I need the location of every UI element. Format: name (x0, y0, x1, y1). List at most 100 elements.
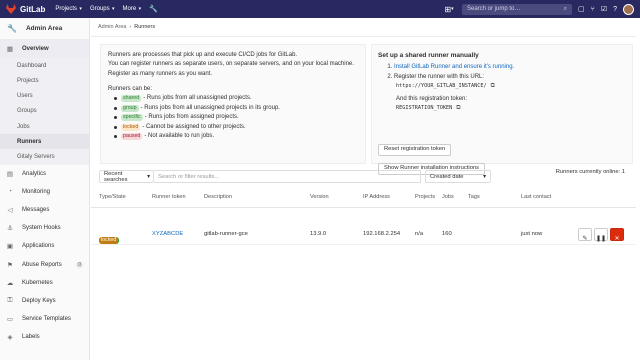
sidebar-item-monitoring[interactable]: ◔ Monitoring (0, 183, 89, 201)
admin-wrench-icon[interactable]: 🔧 (149, 5, 158, 13)
registration-token: REGISTRATION_TOKEN (396, 105, 453, 112)
chevron-down-icon: ▾ (137, 6, 142, 12)
copy-token-icon[interactable]: ⧉ (456, 104, 460, 113)
nav-projects[interactable]: Projects ▾ (55, 6, 82, 12)
col-jobs: Jobs (442, 194, 454, 200)
flag-icon: ⚑ (7, 261, 13, 269)
col-tags: Tags (468, 194, 480, 200)
sidebar-header[interactable]: 🔧 Admin Area (0, 18, 89, 40)
sidebar-sub-projects[interactable]: Projects (0, 73, 89, 89)
gitlab-logo[interactable]: GitLab (6, 4, 45, 14)
runners-online-count: Runners currently online: 1 (555, 169, 625, 175)
sidebar-sub-users[interactable]: Users (0, 88, 89, 104)
runner-jobs: 160 (442, 231, 452, 237)
shared-badge: shared (121, 95, 142, 103)
col-ip: IP Address (363, 194, 390, 200)
issues-icon[interactable]: ▢ (578, 5, 585, 13)
chevron-down-icon: ▾ (78, 6, 82, 12)
legend-specific: specific - Runs jobs from assigned projec… (114, 113, 358, 123)
runner-types-heading: Runners can be: (108, 85, 153, 92)
setup-title: Set up a shared runner manually (378, 52, 479, 59)
reset-token-button[interactable]: Reset registration token (378, 144, 452, 156)
runner-ip: 192.168.2.254 (363, 231, 401, 237)
user-avatar[interactable] (623, 3, 634, 15)
label-icon: ◈ (7, 334, 13, 342)
pencil-icon: ✎ (582, 236, 588, 242)
sidebar-sub-runners[interactable]: Runners (0, 134, 89, 150)
legend-group: group - Runs jobs from all unassigned pro… (114, 104, 358, 114)
cloud-icon: ☁ (6, 279, 14, 287)
chevron-down-icon: ▾ (483, 173, 486, 180)
edit-runner-button[interactable]: ✎ (578, 228, 592, 242)
plus-icon: ⊞ (444, 4, 452, 14)
sidebar-sub-gitaly-servers[interactable]: Gitaly Servers (0, 149, 89, 165)
abuse-count-badge: 0 (76, 261, 83, 268)
col-type: Type/State (99, 194, 126, 200)
breadcrumb-runners[interactable]: Runners (134, 24, 155, 30)
nav-groups[interactable]: Groups ▾ (90, 6, 115, 12)
locked-badge: locked (99, 237, 119, 244)
shared-runner-setup-panel: Set up a shared runner manually Install … (371, 44, 633, 175)
admin-sidebar: 🔧 Admin Area ▦ Overview Dashboard Project… (0, 18, 90, 360)
group-badge: group (121, 104, 139, 112)
close-icon: ✕ (614, 236, 620, 242)
runner-description: gitlab-runner-gce (204, 231, 248, 237)
chart-icon: ▤ (6, 170, 14, 178)
copy-url-icon[interactable]: ⧉ (491, 82, 495, 91)
col-description: Description (204, 194, 232, 200)
template-icon: ▭ (6, 316, 14, 324)
chevron-down-icon: ▾ (147, 173, 150, 180)
sidebar-sub-jobs[interactable]: Jobs (0, 118, 89, 135)
sidebar-item-analytics[interactable]: ▤ Analytics (0, 165, 89, 183)
breadcrumb-admin-area[interactable]: Admin Area (98, 24, 126, 30)
legend-locked: locked - Cannot be assigned to other proj… (114, 123, 358, 133)
nav-more[interactable]: More ▾ (123, 6, 142, 12)
install-runner-link[interactable]: Install GitLab Runner and ensure it's ru… (394, 64, 514, 70)
sidebar-item-abuse-reports[interactable]: ⚑ Abuse Reports 0 (0, 255, 89, 273)
apps-icon: ▣ (6, 243, 14, 251)
locked-badge: locked (121, 123, 141, 131)
runners-info-panel: Runners are processes that pick up and e… (100, 44, 366, 164)
grid-icon: ▦ (6, 46, 14, 54)
sidebar-item-labels[interactable]: ◈ Labels (0, 328, 89, 346)
breadcrumb: Admin Area › Runners (91, 18, 636, 37)
monitor-icon: ◔ (8, 188, 12, 196)
pause-runner-button[interactable]: ❚❚ (594, 228, 608, 242)
table-row: sharedlocked XYZABCDE gitlab-runner-gce … (91, 225, 636, 245)
sidebar-item-system-hooks[interactable]: ⚓ System Hooks (0, 219, 89, 237)
sidebar-item-kubernetes[interactable]: ☁ Kubernetes (0, 274, 89, 292)
wrench-icon: 🔧 (7, 24, 17, 33)
runner-version: 13.9.0 (310, 231, 327, 237)
hook-icon: ⚓ (7, 225, 13, 233)
key-icon: ⚿ (7, 296, 13, 304)
sidebar-item-applications[interactable]: ▣ Applications (0, 237, 89, 255)
runner-last-contact: just now (521, 231, 543, 237)
sidebar-item-overview[interactable]: ▦ Overview (0, 40, 89, 59)
sidebar-item-service-templates[interactable]: ▭ Service Templates (0, 310, 89, 328)
chevron-down-icon: ▾ (451, 6, 454, 12)
magnifier-icon: ⌕ (563, 5, 567, 12)
col-version: Version (310, 194, 329, 200)
recent-searches-dropdown[interactable]: Recent searches ▾ (99, 170, 154, 183)
new-item-button[interactable]: ⊞ ▾ (442, 4, 456, 15)
paused-badge: paused (121, 133, 143, 141)
runner-projects: n/a (415, 231, 424, 237)
legend-shared: shared - Runs jobs from all unassigned pr… (114, 94, 358, 104)
merge-request-icon[interactable]: ⑂ (591, 6, 595, 13)
sidebar-item-messages[interactable]: ◁ Messages (0, 201, 89, 219)
main-content: Admin Area › Runners Runners are process… (91, 18, 640, 360)
col-token: Runner token (152, 194, 186, 200)
delete-runner-button[interactable]: ✕ (610, 228, 624, 242)
sidebar-item-deploy-keys[interactable]: ⚿ Deploy Keys (0, 292, 89, 310)
brand-name: GitLab (20, 4, 46, 14)
search-input[interactable]: Search or jump to… ⌕ (461, 3, 572, 15)
chevron-down-icon: ▾ (110, 6, 115, 12)
sidebar-sub-groups[interactable]: Groups (0, 103, 89, 119)
sort-dropdown[interactable]: Created date ▾ (425, 170, 491, 183)
filter-input[interactable]: Search or filter results... (154, 170, 421, 183)
todo-icon[interactable]: ☑ (601, 5, 607, 13)
runner-token-link[interactable]: XYZABCDE (152, 231, 183, 237)
sidebar-sub-dashboard[interactable]: Dashboard (0, 58, 89, 74)
bullhorn-icon: ◁ (7, 206, 13, 214)
help-icon[interactable]: ? (613, 6, 617, 13)
